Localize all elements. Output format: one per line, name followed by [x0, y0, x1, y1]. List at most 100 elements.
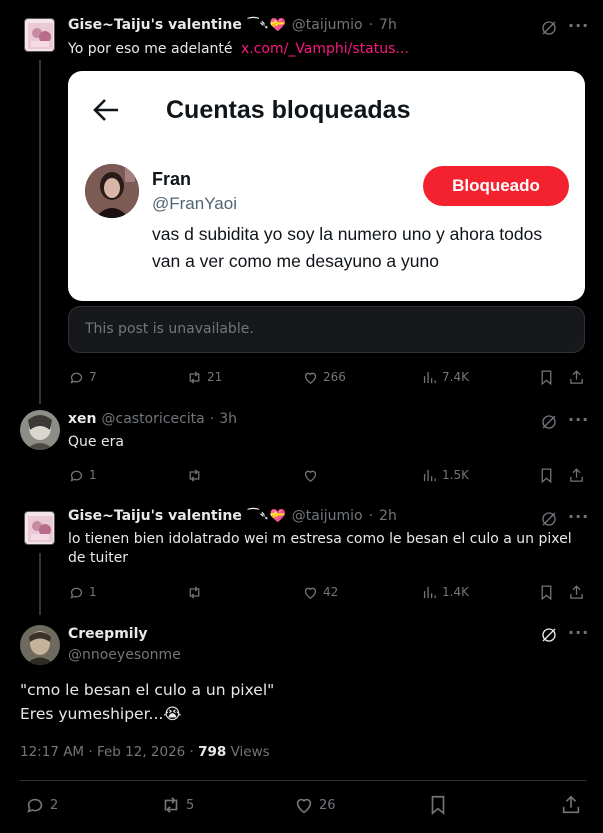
reply-count: 1	[89, 585, 97, 599]
repost-button[interactable]: 21	[186, 365, 222, 389]
bookmark-icon	[431, 795, 445, 816]
share-icon	[562, 795, 580, 814]
post-link[interactable]: x.com/_Vamphi/status...	[241, 41, 409, 57]
repost-icon	[189, 468, 200, 482]
blocked-user-handle: @FranYaoi	[152, 194, 237, 213]
post-timestamp[interactable]: 12:17 AM · Feb 12, 2026 ·	[20, 744, 198, 760]
avatar[interactable]	[20, 410, 60, 450]
handle[interactable]: @nnoeyesonme	[68, 647, 181, 663]
like-count: 42	[323, 585, 339, 599]
views-button[interactable]: 7.4K	[421, 365, 469, 389]
bookmark-button[interactable]	[427, 793, 449, 817]
reply-icon	[70, 372, 83, 384]
handle[interactable]: @castoricecita	[102, 411, 205, 427]
views-icon	[423, 371, 436, 383]
handle[interactable]: @taijumio	[292, 508, 363, 524]
views-button[interactable]: 1.4K	[421, 580, 469, 604]
display-name[interactable]: Creepmily	[68, 626, 148, 642]
views-icon	[423, 586, 436, 598]
bookmark-button[interactable]	[538, 580, 555, 604]
views-icon	[423, 469, 436, 481]
reply-count: 1	[89, 468, 97, 482]
like-button[interactable]: 266	[302, 365, 346, 389]
like-icon	[304, 470, 317, 482]
thread-line	[39, 60, 41, 404]
share-icon	[570, 584, 583, 599]
reply-button[interactable]: 7	[68, 365, 97, 389]
handle[interactable]: @taijumio	[292, 17, 363, 33]
back-arrow-icon	[92, 97, 120, 127]
reply-count: 2	[50, 797, 59, 813]
reply-icon	[70, 470, 83, 482]
display-name[interactable]: xen	[68, 411, 97, 427]
more-icon[interactable]: ···	[568, 16, 589, 35]
bookmark-button[interactable]	[538, 463, 555, 487]
separator-dot: ·	[209, 411, 215, 427]
reply-button[interactable]: 1	[68, 580, 97, 604]
reply-button[interactable]: 2	[24, 793, 58, 817]
post-time[interactable]: 7h	[379, 17, 397, 33]
avatar[interactable]	[20, 625, 60, 665]
like-icon	[296, 798, 312, 814]
post-text: Que era	[68, 434, 124, 450]
like-button[interactable]: 42	[302, 580, 338, 604]
more-icon[interactable]: ···	[568, 623, 589, 642]
bookmark-icon	[541, 584, 552, 600]
share-button[interactable]	[560, 793, 582, 817]
grok-icon[interactable]	[540, 626, 558, 648]
share-button[interactable]	[568, 365, 585, 389]
thread-line	[39, 553, 41, 615]
image-header-title: Cuentas bloqueadas	[166, 96, 411, 124]
avatar[interactable]	[24, 511, 55, 545]
bookmark-button[interactable]	[538, 365, 555, 389]
separator-dot: ·	[368, 17, 374, 33]
bookmark-icon	[541, 369, 552, 385]
name-emoji: ⁀➴💝	[247, 17, 286, 33]
like-count: 26	[319, 797, 336, 813]
views-count: 798	[198, 744, 227, 760]
like-count: 266	[323, 370, 346, 384]
grok-icon[interactable]	[540, 510, 558, 532]
more-icon[interactable]: ···	[568, 507, 589, 526]
like-button[interactable]: 26	[293, 793, 336, 817]
repost-icon	[189, 585, 200, 599]
name-emoji: ⁀➴💝	[247, 508, 286, 524]
views-count: 7.4K	[442, 370, 469, 384]
display-name[interactable]: Gise~Taiju's valentine	[68, 17, 242, 33]
post-text: lo tienen bien idolatrado wei m estresa …	[68, 531, 572, 566]
separator-dot: ·	[368, 508, 374, 524]
share-icon	[570, 467, 583, 482]
like-button[interactable]	[302, 463, 323, 487]
views-label: Views	[226, 744, 270, 760]
repost-button[interactable]: 5	[160, 793, 194, 817]
main-post-line-2: Eres yumeshiper...😭	[20, 705, 182, 723]
repost-button[interactable]	[186, 463, 207, 487]
share-button[interactable]	[568, 463, 585, 487]
repost-icon	[189, 370, 200, 384]
quoted-post-unavailable: This post is unavailable.	[68, 306, 585, 353]
divider	[20, 780, 586, 781]
grok-icon[interactable]	[540, 19, 558, 41]
views-button[interactable]: 1.5K	[421, 463, 469, 487]
bookmark-icon	[541, 467, 552, 483]
blocked-user-avatar	[85, 164, 139, 218]
post-image[interactable]: Cuentas bloqueadas Fran @FranYaoi Bloque…	[68, 71, 585, 301]
share-icon	[570, 369, 583, 384]
post-time[interactable]: 2h	[379, 508, 397, 524]
more-icon[interactable]: ···	[568, 410, 589, 429]
repost-icon	[164, 797, 178, 813]
display-name[interactable]: Gise~Taiju's valentine	[68, 508, 242, 524]
post-text: Yo por eso me adelanté	[68, 41, 233, 57]
views-count: 1.5K	[442, 468, 469, 482]
share-button[interactable]	[568, 580, 585, 604]
reply-button[interactable]: 1	[68, 463, 97, 487]
blocked-user-name: Fran	[152, 169, 192, 189]
reply-icon	[27, 798, 43, 813]
avatar[interactable]	[24, 18, 55, 52]
like-icon	[304, 587, 317, 599]
repost-count: 5	[186, 797, 195, 813]
repost-button[interactable]	[186, 580, 207, 604]
post-time[interactable]: 3h	[219, 411, 237, 427]
reply-icon	[70, 587, 83, 599]
grok-icon[interactable]	[540, 413, 558, 435]
